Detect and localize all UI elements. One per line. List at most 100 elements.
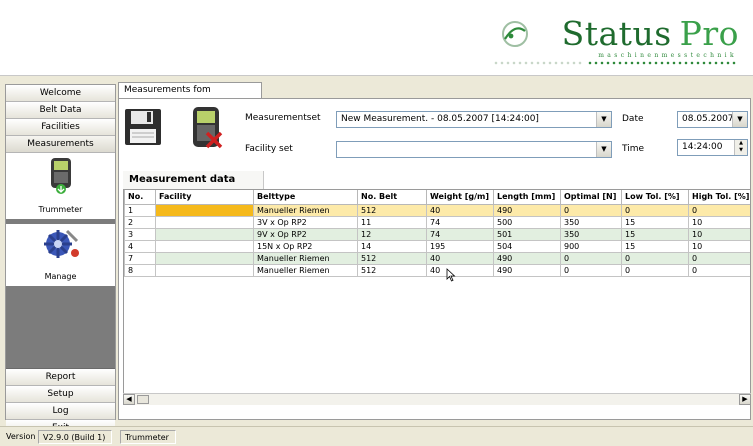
facility-set-label: Facility set	[245, 144, 293, 154]
cell-no-belt: 512	[357, 263, 427, 277]
cell-weight: 195	[426, 239, 494, 253]
cell-facility[interactable]	[155, 227, 254, 241]
date-label: Date	[622, 114, 644, 124]
cell-no: 4	[124, 239, 156, 253]
cell-belttype: Manueller Riemen	[253, 263, 358, 277]
facility-set-select[interactable]: ▼	[336, 141, 612, 158]
cell-no-belt: 512	[357, 203, 427, 217]
column-header-high-tol[interactable]: High Tol. [%]	[688, 190, 750, 205]
spin-down-icon[interactable]: ▼	[735, 147, 747, 154]
cell-no-belt: 512	[357, 251, 427, 265]
time-label: Time	[622, 144, 645, 154]
date-value: 08.05.2007	[682, 114, 734, 124]
cell-low-tol: 15	[621, 239, 689, 253]
logo-dots	[587, 61, 737, 65]
tools-panel: Trummeter Manage	[6, 153, 115, 369]
column-header-no-belt[interactable]: No. Belt	[357, 190, 427, 205]
trummeter-import-button[interactable]	[189, 105, 229, 149]
version-value: V2.9.0 (Build 1)	[38, 430, 112, 444]
cell-high-tol: 0	[688, 263, 750, 277]
cell-weight: 40	[426, 203, 494, 217]
nav-welcome[interactable]: Welcome	[6, 85, 115, 102]
horizontal-scrollbar[interactable]: ◀ ▶	[123, 393, 751, 405]
column-header-weight[interactable]: Weight [g/m]	[426, 190, 494, 205]
chevron-down-icon[interactable]: ▼	[596, 112, 611, 127]
save-button[interactable]	[123, 105, 163, 149]
table-row[interactable]: 8 Manueller Riemen 512 40 490 0 0 0	[124, 263, 750, 277]
nav-log[interactable]: Log	[6, 403, 115, 420]
cell-facility[interactable]	[155, 215, 254, 229]
table-row[interactable]: 1 Manueller Riemen 512 40 490 0 0 0	[124, 203, 750, 217]
cell-low-tol: 15	[621, 227, 689, 241]
tool-trummeter-label: Trummeter	[38, 205, 83, 214]
cell-low-tol: 15	[621, 215, 689, 229]
mouse-pointer-icon	[446, 268, 456, 282]
status-pro-logo: Status Pro maschinenmesstechnik	[493, 10, 743, 68]
cell-length: 490	[493, 251, 561, 265]
cell-optimal: 0	[560, 251, 622, 265]
status-module: Trummeter	[120, 430, 176, 444]
cell-facility[interactable]	[155, 263, 254, 277]
nav-facilities[interactable]: Facilities	[6, 119, 115, 136]
table-row[interactable]: 7 Manueller Riemen 512 40 490 0 0 0	[124, 251, 750, 265]
cell-weight: 40	[426, 251, 494, 265]
spin-up-icon[interactable]: ▲	[735, 140, 747, 147]
cell-high-tol: 0	[688, 203, 750, 217]
table-row[interactable]: 3 9V x Op RP2 12 74 501 350 15 10	[124, 227, 750, 241]
cell-belttype: 15N x Op RP2	[253, 239, 358, 253]
scroll-right-icon[interactable]: ▶	[739, 394, 751, 405]
chevron-down-icon[interactable]: ▼	[596, 142, 611, 157]
cell-length: 490	[493, 263, 561, 277]
nav-setup[interactable]: Setup	[6, 386, 115, 403]
column-header-belttype[interactable]: Belttype	[253, 190, 358, 205]
cell-high-tol: 0	[688, 251, 750, 265]
logo-tagline: maschinenmesstechnik	[598, 52, 737, 59]
app-header: Status Pro maschinenmesstechnik	[0, 0, 753, 76]
cell-no-belt: 12	[357, 227, 427, 241]
gear-globe-icon	[43, 229, 79, 258]
cell-length: 490	[493, 203, 561, 217]
cell-length: 500	[493, 215, 561, 229]
nav-belt-data[interactable]: Belt Data	[6, 102, 115, 119]
column-header-optimal[interactable]: Optimal [N]	[560, 190, 622, 205]
measurementset-label: Measurementset	[245, 113, 321, 123]
tab-measurements-trummeter[interactable]: Measurements fom Trummeter	[118, 82, 262, 110]
cell-facility[interactable]	[155, 239, 254, 253]
cell-no: 2	[124, 215, 156, 229]
grid-header-row: No. Facility Belttype No. Belt Weight [g…	[124, 190, 750, 205]
cell-low-tol: 0	[621, 263, 689, 277]
measurement-data-grid[interactable]: No. Facility Belttype No. Belt Weight [g…	[123, 189, 751, 405]
tool-trummeter[interactable]: Trummeter	[6, 153, 115, 219]
cell-facility[interactable]	[155, 251, 254, 265]
cell-low-tol: 0	[621, 251, 689, 265]
scroll-left-icon[interactable]: ◀	[123, 394, 135, 405]
measurementset-select[interactable]: New Measurement. - 08.05.2007 [14:24:00]…	[336, 111, 612, 128]
cell-optimal: 900	[560, 239, 622, 253]
scroll-thumb[interactable]	[137, 395, 149, 404]
logo-word-status: Status	[561, 14, 672, 53]
cell-no: 1	[124, 203, 156, 217]
time-spinner[interactable]: 14:24:00 ▲ ▼	[677, 139, 748, 156]
column-header-low-tol[interactable]: Low Tol. [%]	[621, 190, 689, 205]
time-spin-buttons[interactable]: ▲ ▼	[734, 140, 747, 155]
cell-belttype: Manueller Riemen	[253, 251, 358, 265]
table-row[interactable]: 2 3V x Op RP2 11 74 500 350 15 10	[124, 215, 750, 229]
cell-no: 8	[124, 263, 156, 277]
cell-length: 501	[493, 227, 561, 241]
cell-optimal: 0	[560, 203, 622, 217]
nav-report[interactable]: Report	[6, 369, 115, 386]
date-picker[interactable]: 08.05.2007 ▼	[677, 111, 748, 128]
column-header-no[interactable]: No.	[124, 190, 156, 205]
table-row[interactable]: 4 15N x Op RP2 14 195 504 900 15 10	[124, 239, 750, 253]
measurements-panel: Measurementset New Measurement. - 08.05.…	[118, 98, 751, 420]
column-header-length[interactable]: Length [mm]	[493, 190, 561, 205]
cell-facility[interactable]	[155, 203, 254, 217]
tool-manage-label: Manage	[44, 272, 77, 281]
logo-swirl-icon	[502, 21, 528, 47]
cell-optimal: 350	[560, 227, 622, 241]
nav-measurements[interactable]: Measurements	[6, 136, 115, 153]
column-header-facility[interactable]: Facility	[155, 190, 254, 205]
tool-manage[interactable]: Manage	[6, 224, 115, 286]
trummeter-device-icon	[50, 158, 71, 194]
chevron-down-icon[interactable]: ▼	[732, 112, 747, 127]
